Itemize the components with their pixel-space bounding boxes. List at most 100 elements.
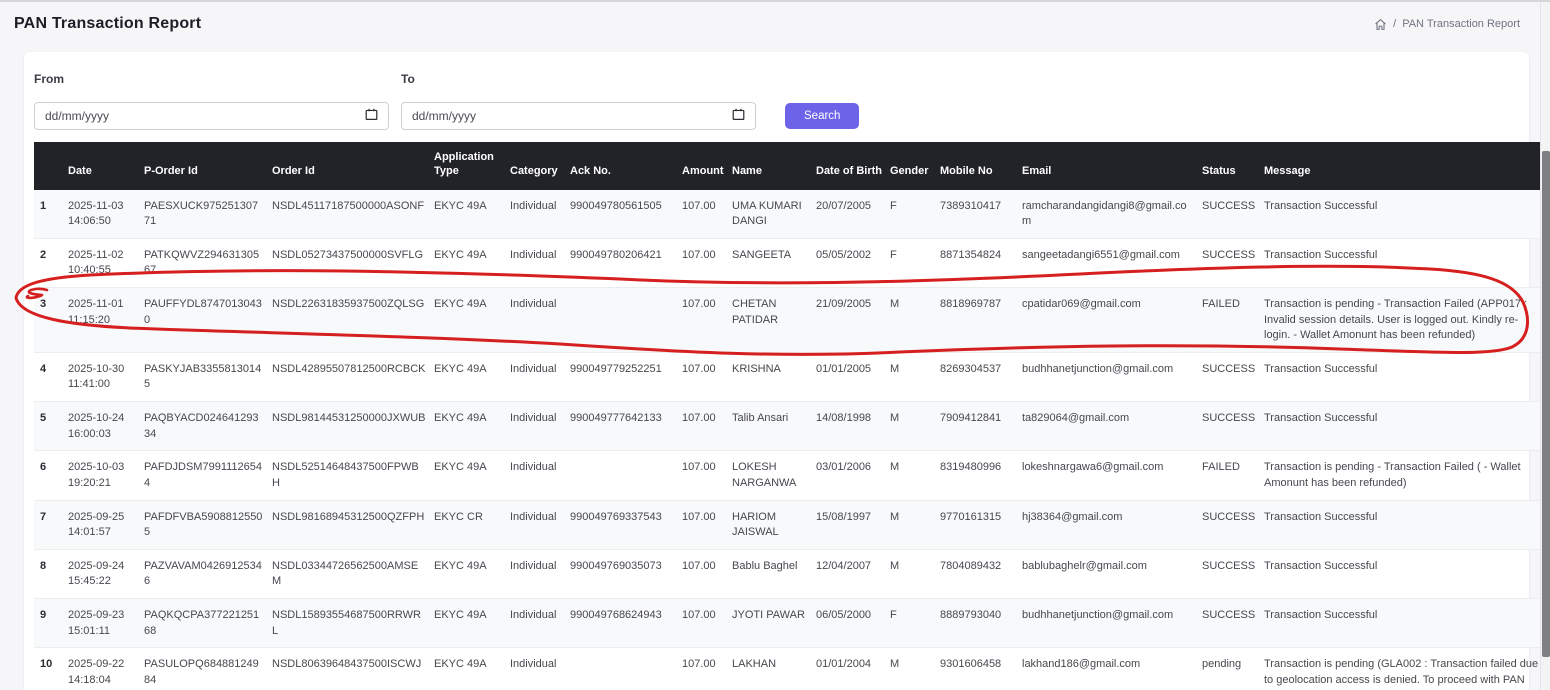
cell-message: Transaction Successful <box>1264 402 1548 451</box>
from-date-input[interactable]: dd/mm/yyyy <box>34 102 389 130</box>
cell-message: Transaction is pending - Transaction Fai… <box>1264 288 1548 353</box>
table-header: Date P-Order Id Order Id Application Typ… <box>34 142 1548 190</box>
table-row: 1 2025-11-03 14:06:50 PAESXUCK9752513077… <box>34 190 1548 239</box>
breadcrumb-separator: / <box>1393 18 1396 30</box>
col-gender: Gender <box>890 142 940 190</box>
cell-p-order-id: PAQBYACD02464129334 <box>144 402 272 451</box>
col-message: Message <box>1264 142 1548 190</box>
cell-category: Individual <box>510 352 570 401</box>
cell-application-type: EKYC 49A <box>434 549 510 598</box>
cell-status: SUCCESS <box>1202 190 1264 239</box>
cell-p-order-id: PAUFFYDL87470130430 <box>144 288 272 353</box>
cell-ack-no <box>570 451 682 500</box>
cell-email: ramcharandangidangi8@gmail.com <box>1022 190 1202 239</box>
to-date-input[interactable]: dd/mm/yyyy <box>401 102 756 130</box>
table-row: 3 2025-11-01 11:15:20 PAUFFYDL8747013043… <box>34 288 1548 353</box>
cell-ack-no: 990049777642133 <box>570 402 682 451</box>
cell-dob: 15/08/1997 <box>816 500 890 549</box>
report-card: From dd/mm/yyyy To dd/mm/yyyy <box>24 52 1529 690</box>
home-icon[interactable] <box>1374 18 1387 31</box>
cell-message: Transaction Successful <box>1264 598 1548 647</box>
vertical-scrollbar-track[interactable] <box>1540 2 1550 690</box>
to-date-placeholder: dd/mm/yyyy <box>412 109 476 123</box>
cell-message: Transaction Successful <box>1264 238 1548 287</box>
row-number: 10 <box>34 648 68 690</box>
cell-mobile: 7909412841 <box>940 402 1022 451</box>
cell-status: SUCCESS <box>1202 598 1264 647</box>
cell-gender: F <box>890 598 940 647</box>
search-button[interactable]: Search <box>785 103 859 129</box>
cell-p-order-id: PASULOPQ68488124984 <box>144 648 272 690</box>
cell-ack-no: 990049769337543 <box>570 500 682 549</box>
cell-amount: 107.00 <box>682 190 732 239</box>
cell-gender: M <box>890 648 940 690</box>
filter-bar: From dd/mm/yyyy To dd/mm/yyyy <box>34 72 1519 130</box>
cell-order-id: NSDL45117187500000ASONF <box>272 190 434 239</box>
cell-dob: 01/01/2004 <box>816 648 890 690</box>
cell-p-order-id: PATKQWVZ29463130567 <box>144 238 272 287</box>
cell-dob: 21/09/2005 <box>816 288 890 353</box>
col-order-id: Order Id <box>272 142 434 190</box>
row-number: 5 <box>34 402 68 451</box>
cell-status: FAILED <box>1202 288 1264 353</box>
cell-application-type: EKYC 49A <box>434 451 510 500</box>
cell-category: Individual <box>510 451 570 500</box>
cell-application-type: EKYC 49A <box>434 190 510 239</box>
cell-p-order-id: PAQKQCPA37722125168 <box>144 598 272 647</box>
cell-status: SUCCESS <box>1202 238 1264 287</box>
cell-mobile: 7804089432 <box>940 549 1022 598</box>
cell-amount: 107.00 <box>682 500 732 549</box>
cell-email: budhhanetjunction@gmail.com <box>1022 598 1202 647</box>
cell-mobile: 8871354824 <box>940 238 1022 287</box>
cell-category: Individual <box>510 288 570 353</box>
row-number: 9 <box>34 598 68 647</box>
calendar-icon[interactable] <box>732 108 745 124</box>
cell-status: SUCCESS <box>1202 549 1264 598</box>
cell-email: lokeshnargawa6@gmail.com <box>1022 451 1202 500</box>
cell-order-id: NSDL22631835937500ZQLSG <box>272 288 434 353</box>
row-number: 6 <box>34 451 68 500</box>
cell-amount: 107.00 <box>682 238 732 287</box>
cell-date: 2025-10-03 19:20:21 <box>68 451 144 500</box>
cell-gender: M <box>890 288 940 353</box>
cell-dob: 12/04/2007 <box>816 549 890 598</box>
col-p-order-id: P-Order Id <box>144 142 272 190</box>
from-field: From dd/mm/yyyy <box>34 72 389 130</box>
cell-application-type: EKYC 49A <box>434 402 510 451</box>
from-date-placeholder: dd/mm/yyyy <box>45 109 109 123</box>
cell-order-id: NSDL42895507812500RCBCK <box>272 352 434 401</box>
cell-p-order-id: PAFDJDSM79911126544 <box>144 451 272 500</box>
cell-ack-no <box>570 648 682 690</box>
cell-gender: M <box>890 402 940 451</box>
cell-name: LAKHAN <box>732 648 816 690</box>
cell-message: Transaction Successful <box>1264 549 1548 598</box>
from-label: From <box>34 72 389 86</box>
row-number: 3 <box>34 288 68 353</box>
cell-dob: 05/05/2002 <box>816 238 890 287</box>
cell-date: 2025-09-24 15:45:22 <box>68 549 144 598</box>
vertical-scrollbar-thumb[interactable] <box>1542 151 1550 657</box>
table-row: 7 2025-09-25 14:01:57 PAFDFVBA5908812550… <box>34 500 1548 549</box>
cell-name: Talib Ansari <box>732 402 816 451</box>
cell-date: 2025-11-01 11:15:20 <box>68 288 144 353</box>
calendar-icon[interactable] <box>365 108 378 124</box>
cell-gender: M <box>890 352 940 401</box>
breadcrumb-current[interactable]: PAN Transaction Report <box>1402 18 1520 30</box>
cell-application-type: EKYC CR <box>434 500 510 549</box>
cell-name: JYOTI PAWAR <box>732 598 816 647</box>
cell-application-type: EKYC 49A <box>434 598 510 647</box>
to-field: To dd/mm/yyyy <box>401 72 756 130</box>
cell-p-order-id: PASKYJAB33558130145 <box>144 352 272 401</box>
cell-date: 2025-11-03 14:06:50 <box>68 190 144 239</box>
table-body: 1 2025-11-03 14:06:50 PAESXUCK9752513077… <box>34 190 1548 690</box>
cell-dob: 20/07/2005 <box>816 190 890 239</box>
row-number: 8 <box>34 549 68 598</box>
cell-category: Individual <box>510 598 570 647</box>
cell-dob: 01/01/2005 <box>816 352 890 401</box>
cell-email: lakhand186@gmail.com <box>1022 648 1202 690</box>
cell-mobile: 7389310417 <box>940 190 1022 239</box>
col-dob: Date of Birth <box>816 142 890 190</box>
cell-amount: 107.00 <box>682 451 732 500</box>
cell-email: cpatidar069@gmail.com <box>1022 288 1202 353</box>
cell-ack-no: 990049780206421 <box>570 238 682 287</box>
